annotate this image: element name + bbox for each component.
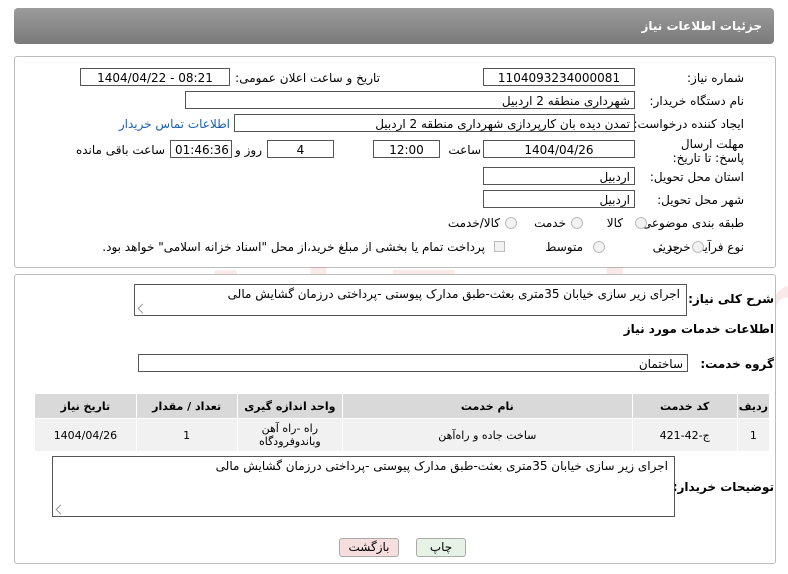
requester-field: تمدن دیده بان کارپردازی شهرداری منطقه 2 … <box>234 114 635 132</box>
category-label: طبقه بندی موضوعی: <box>637 216 744 230</box>
category-service-label: خدمت <box>534 216 566 230</box>
page-title: جزئیات اطلاعات نیاز <box>641 19 762 33</box>
col-service-code: کد خدمت <box>631 393 738 419</box>
need-number-field: 1104093234000081 <box>483 68 635 86</box>
remaining-time-field: 01:46:36 <box>170 140 232 158</box>
province-label: استان محل تحویل: <box>649 170 744 184</box>
buyer-contact-link[interactable]: اطلاعات تماس خریدار <box>119 117 230 131</box>
cell-row-index: 1 <box>736 418 771 452</box>
print-button[interactable]: چاپ <box>416 538 466 557</box>
category-both-label: کالا/خدمت <box>447 216 500 230</box>
services-table: تاریخ نیاز تعداد / مقدار واحد اندازه گیر… <box>34 393 771 452</box>
treasury-checkbox[interactable] <box>494 241 505 252</box>
back-button[interactable]: بازگشت <box>339 538 399 557</box>
services-section-title: اطلاعات خدمات مورد نیاز <box>623 322 774 336</box>
category-goods-label: کالا <box>606 216 623 230</box>
col-unit: واحد اندازه گیری <box>236 393 344 419</box>
cell-quantity: 1 <box>135 418 238 452</box>
days-label: روز و <box>235 143 262 157</box>
category-goods-radio[interactable] <box>635 217 647 229</box>
service-group-label: گروه خدمت: <box>700 357 774 371</box>
city-label: شهر محل تحویل: <box>657 193 744 207</box>
deadline-label: مهلت ارسال پاسخ: تا تاریخ: <box>672 137 744 165</box>
buyer-notes-textarea[interactable]: اجرای زیر سازی خیابان 35متری بعثت-طبق مد… <box>52 456 675 517</box>
requester-label: ایجاد کننده درخواست: <box>633 117 744 131</box>
announce-date-field: 1404/04/22 - 08:21 <box>80 68 230 86</box>
province-field: اردبیل <box>483 167 635 185</box>
col-need-date: تاریخ نیاز <box>34 393 137 419</box>
table-row: 1404/04/26 1 راه -راه آهن وباندوفرودگاه … <box>34 418 771 452</box>
col-quantity: تعداد / مقدار <box>135 393 238 419</box>
col-service-name: نام خدمت <box>342 393 633 419</box>
deadline-date-field: 1404/04/26 <box>483 140 635 158</box>
need-info-panel <box>14 56 776 268</box>
cell-unit: راه -راه آهن وباندوفرودگاه <box>236 418 344 452</box>
cell-need-date: 1404/04/26 <box>34 418 137 452</box>
cell-service-name: ساخت جاده و راه‌آهن <box>342 418 633 452</box>
buyer-org-field: شهرداری منطقه 2 اردبیل <box>185 91 635 109</box>
summary-textarea[interactable]: اجرای زیر سازی خیابان 35متری بعثت-طبق مد… <box>134 284 687 316</box>
page-header: جزئیات اطلاعات نیاز <box>14 8 774 44</box>
remaining-label: ساعت باقی مانده <box>75 143 165 157</box>
cell-service-code: ج-42-421 <box>631 418 738 452</box>
deadline-time-field: 12:00 <box>373 140 440 158</box>
category-both-radio[interactable] <box>505 217 517 229</box>
buyer-org-label: نام دستگاه خریدار: <box>649 94 745 108</box>
remaining-days-field: 4 <box>267 140 334 158</box>
announce-date-label: تاریخ و ساعت اعلان عمومی: <box>235 71 380 85</box>
need-number-label: شماره نیاز: <box>687 71 744 85</box>
city-field: اردبیل <box>483 190 635 208</box>
col-row: ردیف <box>736 393 771 419</box>
service-group-field: ساختمان <box>138 354 688 372</box>
summary-label: شرح کلی نیاز: <box>688 292 774 306</box>
category-service-radio[interactable] <box>571 217 583 229</box>
services-table-header: تاریخ نیاز تعداد / مقدار واحد اندازه گیر… <box>34 393 771 419</box>
deadline-time-label: ساعت <box>448 143 481 157</box>
buyer-notes-label: توضیحات خریدار: <box>672 480 774 494</box>
